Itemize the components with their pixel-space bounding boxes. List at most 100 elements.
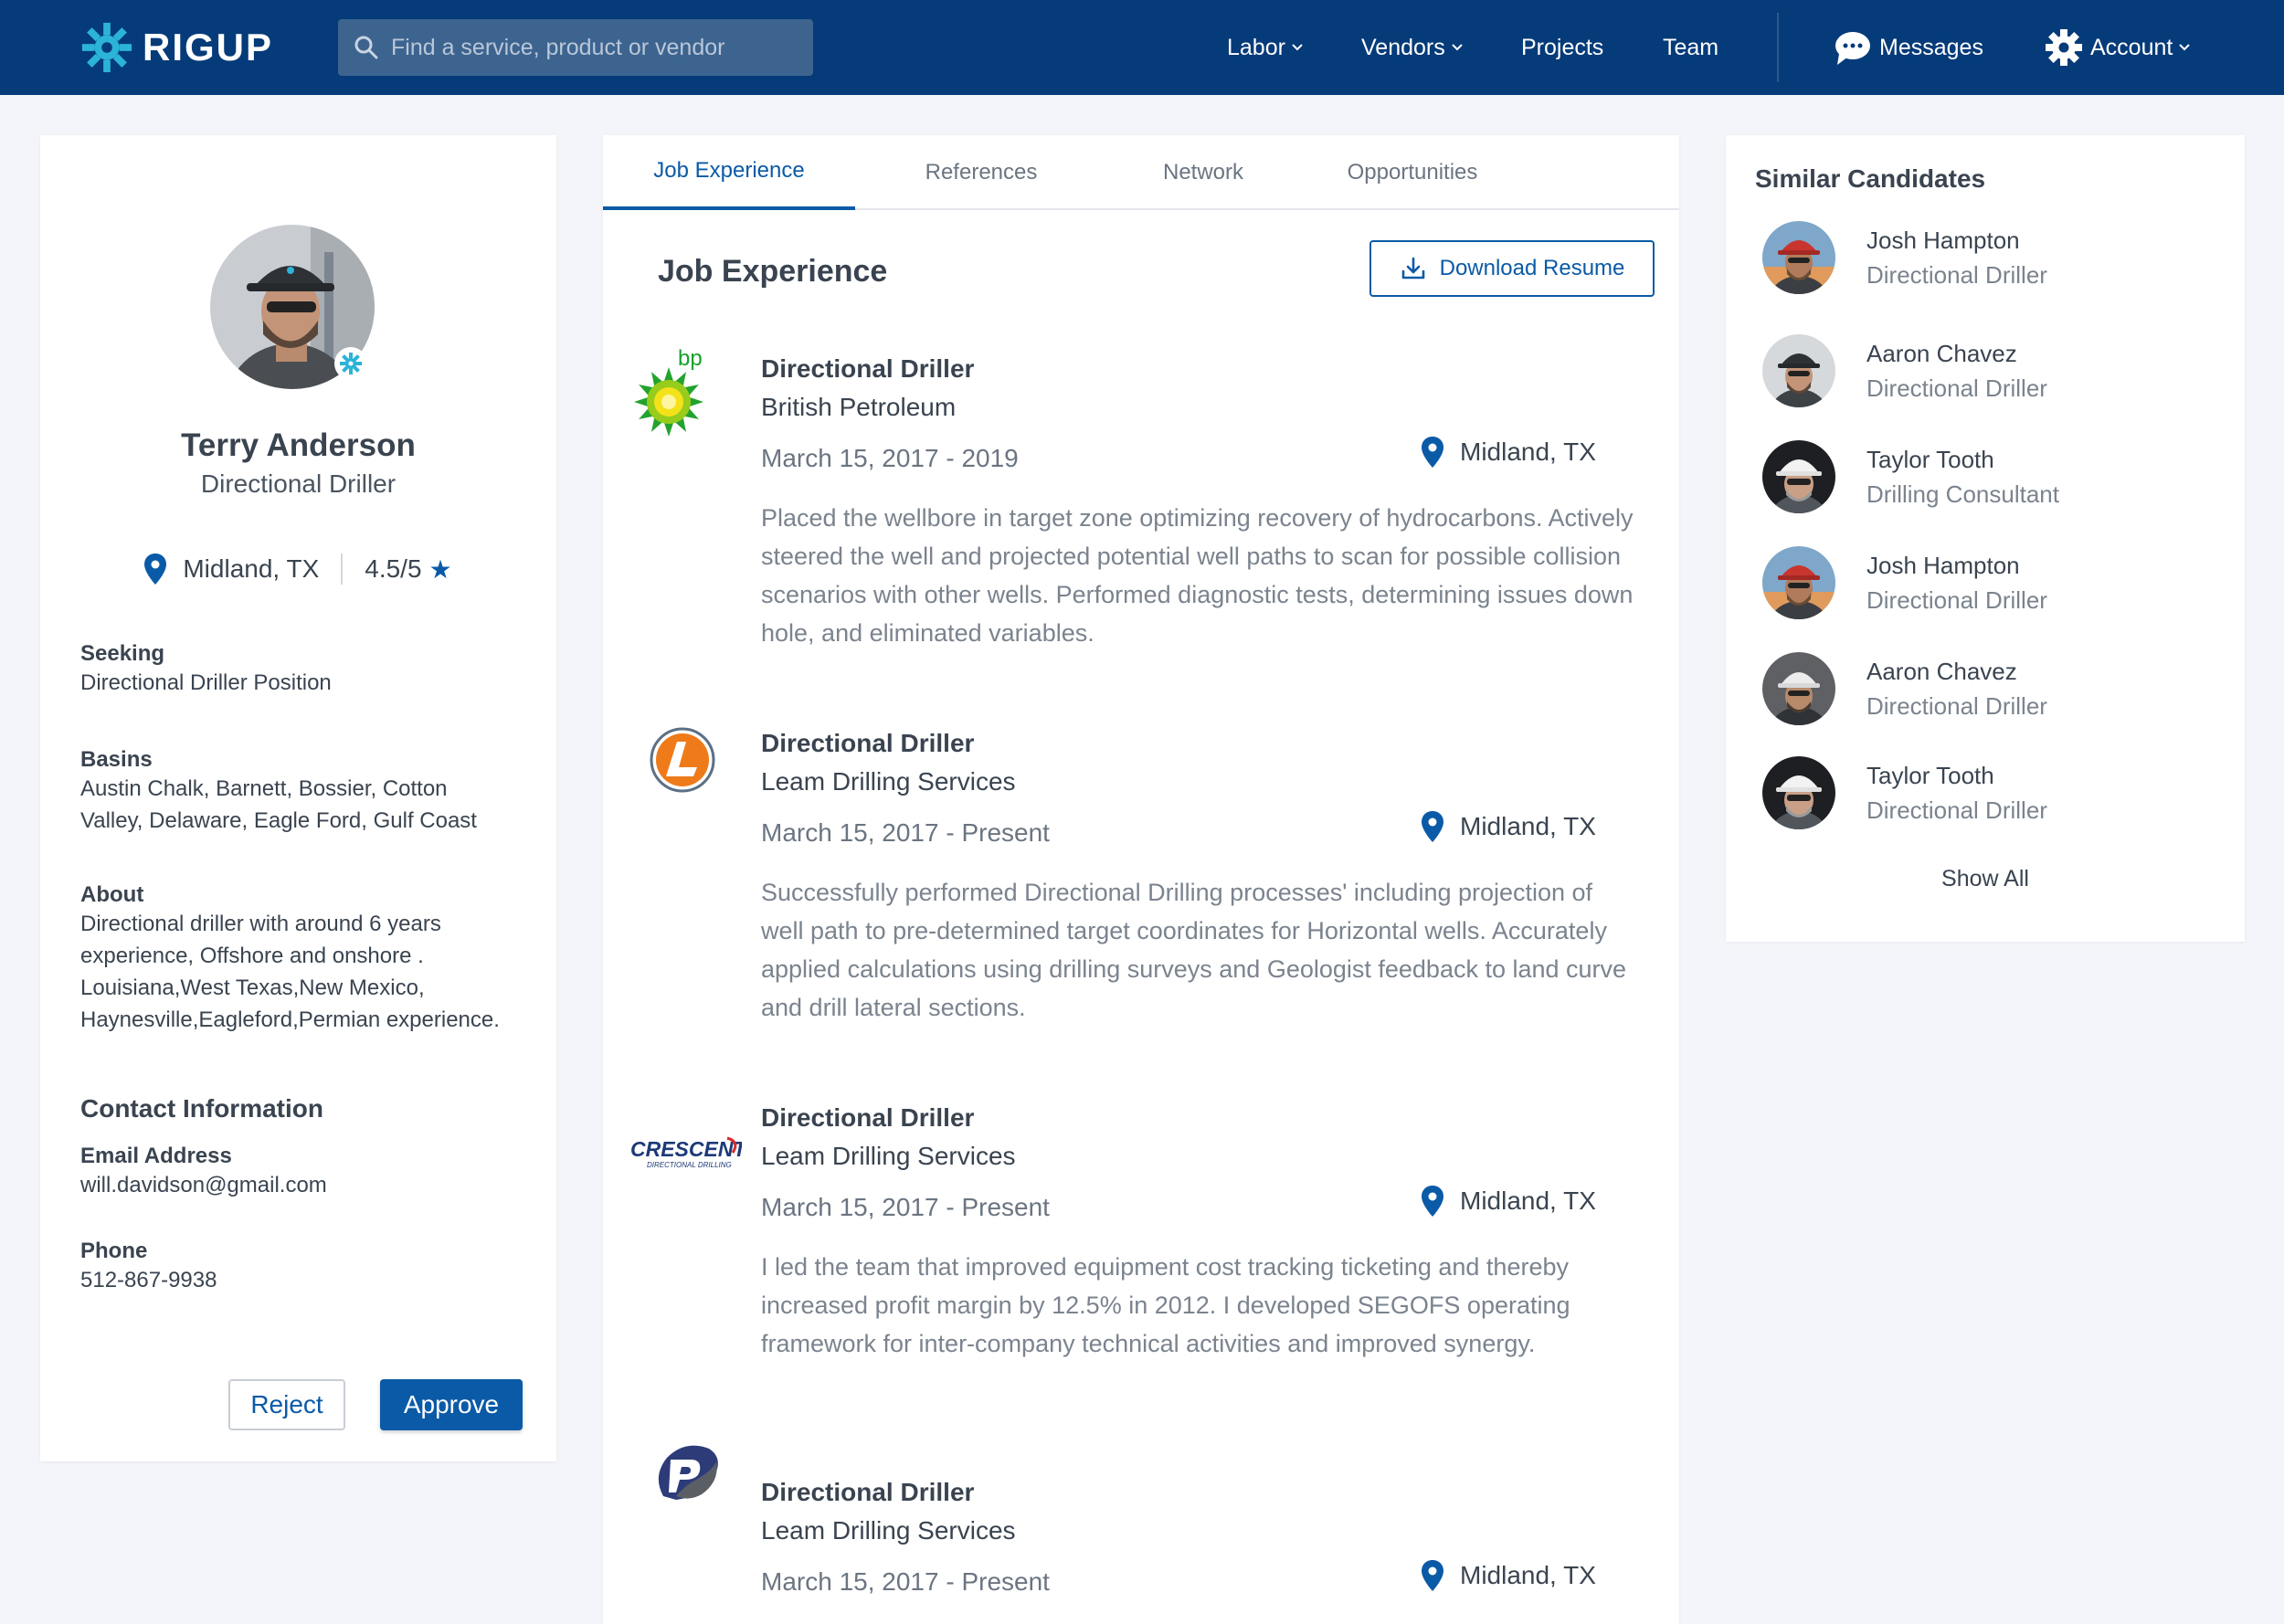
about-line2: experience, Offshore and onshore . (80, 944, 424, 968)
rigup-logo[interactable]: RIGUP (80, 20, 273, 75)
search-icon (354, 36, 378, 59)
nav-projects[interactable]: Projects (1521, 0, 1603, 95)
email-value[interactable]: will.davidson@gmail.com (80, 1169, 537, 1201)
bp-logo-icon: bp (630, 345, 722, 437)
job-location-label: Midland, TX (1460, 438, 1596, 466)
crescent-logo-subtext: DIRECTIONAL DRILLING (647, 1161, 732, 1169)
candidate-name: Taylor Tooth (1866, 446, 1994, 473)
profile-location: Midland, TX (183, 554, 320, 583)
job-description: Successfully performed Directional Drill… (761, 879, 1627, 1021)
p-company-logo-icon (649, 1439, 724, 1505)
chevron-down-icon (1292, 44, 1303, 51)
job-description: I led the team that improved equipment c… (761, 1253, 1570, 1357)
candidate-name: Josh Hampton (1866, 227, 2020, 254)
candidate-avatar (1762, 652, 1835, 725)
job-company: Leam Drilling Services (761, 1516, 1016, 1545)
candidate-title: Drilling Consultant (1866, 480, 2059, 508)
basins-value-line1: Austin Chalk, Barnett, Bossier, Cotton (80, 776, 448, 801)
profile-card: Terry Anderson Directional Driller Midla… (40, 135, 556, 1461)
approve-button[interactable]: Approve (380, 1379, 523, 1430)
profile-title: Directional Driller (200, 469, 397, 498)
similar-candidates-heading: Similar Candidates (1755, 164, 1986, 193)
job-dates: March 15, 2017 - Present (761, 1567, 1050, 1596)
contact-heading: Contact Information (80, 1094, 323, 1123)
location-pin-icon (1422, 1560, 1443, 1591)
about-label: About (80, 882, 144, 907)
verified-badge-icon (334, 347, 367, 380)
job-dates: March 15, 2017 - 2019 (761, 444, 1019, 472)
experience-card: Job Experience References Network Opport… (603, 135, 1679, 1624)
about-line1: Directional driller with around 6 years (80, 912, 441, 936)
nav-account[interactable]: Account (2045, 0, 2191, 95)
candidate-title: Directional Driller (1866, 692, 2047, 720)
similar-candidates-card: Similar Candidates Josh Hampton Directio… (1726, 135, 2245, 942)
about-line4: Haynesville,Eagleford,Permian experience… (80, 1007, 500, 1032)
job-dates: March 15, 2017 - Present (761, 818, 1050, 847)
show-all-link[interactable]: Show All (1726, 866, 2245, 892)
nav-vendors[interactable]: Vendors (1361, 0, 1464, 95)
job-title: Directional Driller (761, 354, 975, 383)
search-input[interactable] (391, 34, 793, 61)
job-location: Midland, TX (1422, 437, 1596, 468)
location-pin-icon (1422, 811, 1443, 842)
download-icon (1401, 257, 1424, 279)
job-dates: March 15, 2017 - Present (761, 1193, 1050, 1221)
candidate-title: Directional Driller (1866, 586, 2047, 614)
job-title: Directional Driller (761, 1478, 975, 1506)
candidate-item[interactable]: Aaron Chavez Directional Driller (1762, 652, 2219, 725)
tab-network[interactable]: Network (1107, 135, 1299, 210)
candidate-item[interactable]: Aaron Chavez Directional Driller (1762, 334, 2219, 407)
tab-job-experience[interactable]: Job Experience (603, 135, 855, 210)
separator (341, 554, 344, 585)
nav-team[interactable]: Team (1663, 0, 1718, 95)
nav-labor[interactable]: Labor (1227, 0, 1304, 95)
svg-text:bp: bp (678, 346, 703, 371)
job-description: Placed the wellbore in target zone optim… (761, 504, 1634, 647)
nav-projects-label: Projects (1521, 34, 1604, 60)
brand-name: RIGUP (143, 26, 274, 69)
job-location-label: Midland, TX (1460, 1561, 1596, 1589)
tab-opportunities[interactable]: Opportunities (1299, 135, 1526, 210)
job-company: Leam Drilling Services (761, 1142, 1016, 1170)
nav-account-label: Account (2090, 34, 2173, 60)
chevron-down-icon (1452, 44, 1463, 51)
profile-avatar (210, 225, 375, 389)
candidate-avatar (1762, 221, 1835, 294)
tab-references[interactable]: References (855, 135, 1107, 210)
candidate-avatar (1762, 546, 1835, 619)
candidate-item[interactable]: Taylor Tooth Drilling Consultant (1762, 440, 2219, 513)
candidate-title: Directional Driller (1866, 261, 2047, 289)
section-title: Job Experience (658, 254, 888, 289)
candidate-item[interactable]: Josh Hampton Directional Driller (1762, 546, 2219, 619)
profile-tabs: Job Experience References Network Opport… (603, 135, 1679, 210)
job-location: Midland, TX (1422, 811, 1596, 842)
star-icon: ★ (428, 554, 452, 584)
profile-name: Terry Anderson (181, 427, 416, 463)
download-resume-label: Download Resume (1439, 256, 1625, 280)
job-location-label: Midland, TX (1460, 1186, 1596, 1215)
phone-value[interactable]: 512-867-9938 (80, 1264, 537, 1296)
download-resume-button[interactable]: Download Resume (1369, 240, 1655, 297)
candidate-item[interactable]: Josh Hampton Directional Driller (1762, 221, 2219, 294)
rigup-gear-icon (81, 22, 132, 73)
profile-rating: 4.5/5 (365, 554, 422, 583)
job-location: Midland, TX (1422, 1186, 1596, 1217)
nav-divider (1777, 13, 1779, 82)
basins-label: Basins (80, 747, 153, 772)
candidate-name: Aaron Chavez (1866, 340, 2017, 367)
reject-button[interactable]: Reject (228, 1379, 345, 1430)
global-search[interactable] (338, 19, 813, 76)
nav-team-label: Team (1663, 34, 1719, 60)
email-label: Email Address (80, 1144, 232, 1168)
location-pin-icon (1422, 1186, 1443, 1217)
nav-labor-label: Labor (1227, 34, 1285, 60)
leam-logo-icon (650, 727, 715, 793)
profile-location-rating: Midland, TX 4.5/5 ★ (40, 554, 556, 585)
candidate-avatar (1762, 440, 1835, 513)
candidate-item[interactable]: Taylor Tooth Directional Driller (1762, 756, 2219, 829)
job-title: Directional Driller (761, 1103, 975, 1132)
nav-messages[interactable]: Messages (1834, 0, 1983, 95)
about-line3: Louisiana,West Texas,New Mexico, (80, 975, 425, 1000)
seeking-value: Directional Driller Position (80, 670, 332, 695)
candidate-avatar (1762, 334, 1835, 407)
